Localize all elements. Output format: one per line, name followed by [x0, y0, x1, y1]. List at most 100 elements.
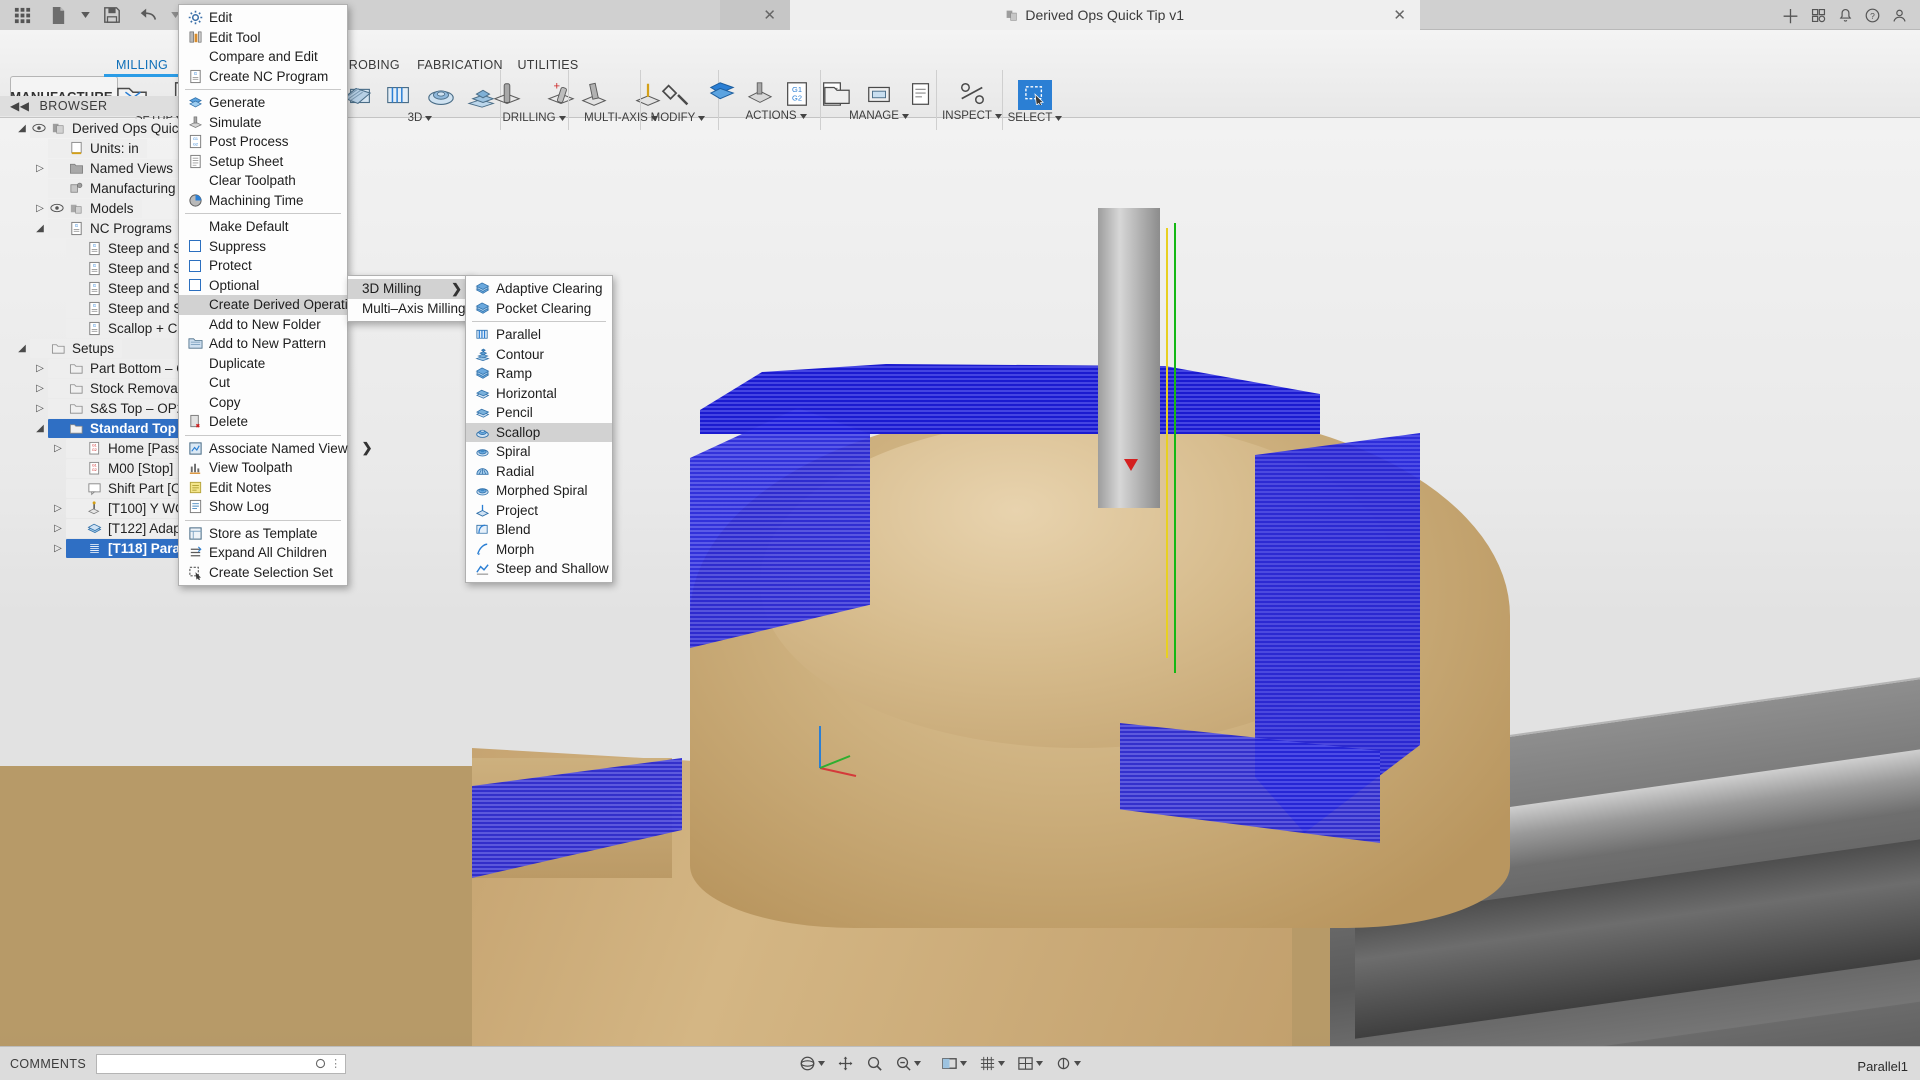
- menu-item-compare-and-edit[interactable]: Compare and Edit: [179, 47, 347, 67]
- menu-item-expand-all-children[interactable]: Expand All Children: [179, 543, 347, 563]
- menu-item-edit-notes[interactable]: Edit Notes: [179, 478, 347, 498]
- menu-item-delete[interactable]: Delete: [179, 412, 347, 432]
- grid-snap-icon[interactable]: [975, 1051, 1009, 1075]
- tree-twisty-collapsed[interactable]: ▷: [32, 203, 48, 214]
- orbit-icon[interactable]: [795, 1051, 829, 1075]
- document-tab-active[interactable]: Derived Ops Quick Tip v1 ✕: [790, 0, 1420, 30]
- simulate-button[interactable]: [745, 80, 775, 108]
- submenu-item-scallop[interactable]: Scallop: [466, 423, 612, 443]
- menu-item-cut[interactable]: Cut: [179, 373, 347, 393]
- tree-twisty-expanded[interactable]: ◢: [14, 343, 30, 354]
- submenu-item-morphed-spiral[interactable]: Morphed Spiral: [466, 481, 612, 501]
- menu-item-machining-time[interactable]: Machining Time: [179, 191, 347, 211]
- navigation-bar[interactable]: [795, 1050, 1085, 1076]
- submenu-item-horizontal[interactable]: Horizontal: [466, 384, 612, 404]
- submenu-item-parallel[interactable]: Parallel: [466, 325, 612, 345]
- parallel-button[interactable]: [382, 80, 416, 110]
- submenu-item-3d-milling[interactable]: 3D Milling❯: [348, 279, 472, 299]
- new-file-icon[interactable]: [42, 2, 74, 28]
- effects-icon[interactable]: [1051, 1051, 1085, 1075]
- viewport-layout-icon[interactable]: [1013, 1051, 1047, 1075]
- menu-item-create-nc-program[interactable]: GCreate NC Program: [179, 67, 347, 87]
- chevron-down-icon[interactable]: [902, 114, 909, 119]
- tree-twisty-collapsed[interactable]: ▷: [50, 523, 66, 534]
- menu-item-show-log[interactable]: Show Log: [179, 497, 347, 517]
- menu-item-copy[interactable]: Copy: [179, 393, 347, 413]
- swarf-button[interactable]: [571, 80, 617, 110]
- manage-templates-button[interactable]: [820, 80, 854, 108]
- comment-resize-grip[interactable]: ⋮: [330, 1057, 341, 1070]
- menu-item-suppress[interactable]: Suppress: [179, 237, 347, 257]
- menu-item-optional[interactable]: Optional: [179, 276, 347, 296]
- add-tab-icon[interactable]: ＋: [1781, 2, 1800, 29]
- comment-pin-icon[interactable]: [315, 1058, 326, 1069]
- tree-twisty-expanded[interactable]: ◢: [14, 123, 30, 134]
- tree-twisty-expanded[interactable]: ◢: [32, 423, 48, 434]
- close-icon[interactable]: ✕: [1393, 6, 1406, 24]
- submenu-item-multi-axis-milling[interactable]: Multi–Axis Milling❯: [348, 299, 472, 319]
- submenu-item-pencil[interactable]: Pencil: [466, 403, 612, 423]
- save-icon[interactable]: [96, 2, 128, 28]
- menu-item-edit-tool[interactable]: Edit Tool: [179, 28, 347, 48]
- checkbox-icon[interactable]: [189, 240, 201, 252]
- manage-machines-button[interactable]: [862, 80, 896, 108]
- post-process-button[interactable]: G1 G2: [783, 80, 811, 108]
- submenu-item-spiral[interactable]: Spiral: [466, 442, 612, 462]
- menu-item-add-to-new-folder[interactable]: Add to New Folder: [179, 315, 347, 335]
- drill-button[interactable]: [484, 80, 530, 110]
- comment-input[interactable]: ⋮: [96, 1054, 346, 1074]
- menu-item-create-selection-set[interactable]: Create Selection Set: [179, 563, 347, 583]
- menu-item-store-as-template[interactable]: Store as Template: [179, 524, 347, 544]
- menu-item-make-default[interactable]: Make Default: [179, 217, 347, 237]
- checkbox-icon[interactable]: [189, 260, 201, 272]
- submenu-item-blend[interactable]: Blend: [466, 520, 612, 540]
- tree-twisty-collapsed[interactable]: ▷: [32, 403, 48, 414]
- manage-docs-button[interactable]: [904, 80, 938, 108]
- menu-item-setup-sheet[interactable]: Setup Sheet: [179, 152, 347, 172]
- pan-icon[interactable]: [833, 1051, 858, 1075]
- chevron-down-icon[interactable]: [559, 116, 566, 121]
- menu-item-clear-toolpath[interactable]: Clear Toolpath: [179, 171, 347, 191]
- menu-item-duplicate[interactable]: Duplicate: [179, 354, 347, 374]
- chevron-down-icon[interactable]: [800, 114, 807, 119]
- submenu-item-ramp[interactable]: Ramp: [466, 364, 612, 384]
- scallop-button[interactable]: [424, 80, 458, 110]
- tool-library-button[interactable]: [655, 80, 701, 110]
- notifications-icon[interactable]: [1837, 7, 1854, 24]
- chevron-down-icon[interactable]: [698, 116, 705, 121]
- generate-button[interactable]: [707, 80, 737, 108]
- create-derived-operation-submenu[interactable]: 3D Milling❯Multi–Axis Milling❯: [347, 275, 473, 322]
- measure-button[interactable]: [949, 80, 995, 108]
- tree-twisty-collapsed[interactable]: ▷: [50, 443, 66, 454]
- menu-item-add-to-new-pattern[interactable]: Add to New Pattern: [179, 334, 347, 354]
- menu-item-edit[interactable]: Edit: [179, 8, 347, 28]
- tree-twisty-collapsed[interactable]: ▷: [50, 503, 66, 514]
- submenu-item-project[interactable]: Project: [466, 501, 612, 521]
- new-file-dropdown-icon[interactable]: [78, 2, 92, 28]
- submenu-item-adaptive-clearing[interactable]: Adaptive Clearing: [466, 279, 612, 299]
- collapse-left-icon[interactable]: ◀◀: [10, 99, 29, 113]
- submenu-item-contour[interactable]: Contour: [466, 345, 612, 365]
- menu-item-create-derived-operation[interactable]: Create Derived Operation❯: [179, 295, 347, 315]
- help-icon[interactable]: ?: [1864, 7, 1881, 24]
- fit-icon[interactable]: [891, 1051, 925, 1075]
- menu-item-view-toolpath[interactable]: View Toolpath: [179, 458, 347, 478]
- zoom-icon[interactable]: [862, 1051, 887, 1075]
- operation-context-menu[interactable]: EditEdit ToolCompare and EditGCreate NC …: [178, 4, 348, 586]
- display-mode-icon[interactable]: [937, 1051, 971, 1075]
- tree-twisty-expanded[interactable]: ◢: [32, 223, 48, 234]
- menu-item-generate[interactable]: Generate: [179, 93, 347, 113]
- tree-twisty-collapsed[interactable]: ▷: [32, 363, 48, 374]
- comment-text-field[interactable]: [97, 1056, 311, 1072]
- chevron-down-icon[interactable]: [1055, 116, 1062, 121]
- menu-item-post-process[interactable]: G1G2Post Process: [179, 132, 347, 152]
- menu-item-associate-named-view[interactable]: Associate Named View❯: [179, 439, 347, 459]
- submenu-item-steep-and-shallow[interactable]: Steep and Shallow: [466, 559, 612, 579]
- submenu-item-radial[interactable]: Radial: [466, 462, 612, 482]
- select-button[interactable]: [1012, 80, 1058, 110]
- chevron-down-icon[interactable]: [425, 116, 432, 121]
- tree-twisty-collapsed[interactable]: ▷: [32, 383, 48, 394]
- submenu-item-pocket-clearing[interactable]: Pocket Clearing: [466, 299, 612, 319]
- submenu-item-morph[interactable]: Morph: [466, 540, 612, 560]
- account-icon[interactable]: [1891, 7, 1908, 24]
